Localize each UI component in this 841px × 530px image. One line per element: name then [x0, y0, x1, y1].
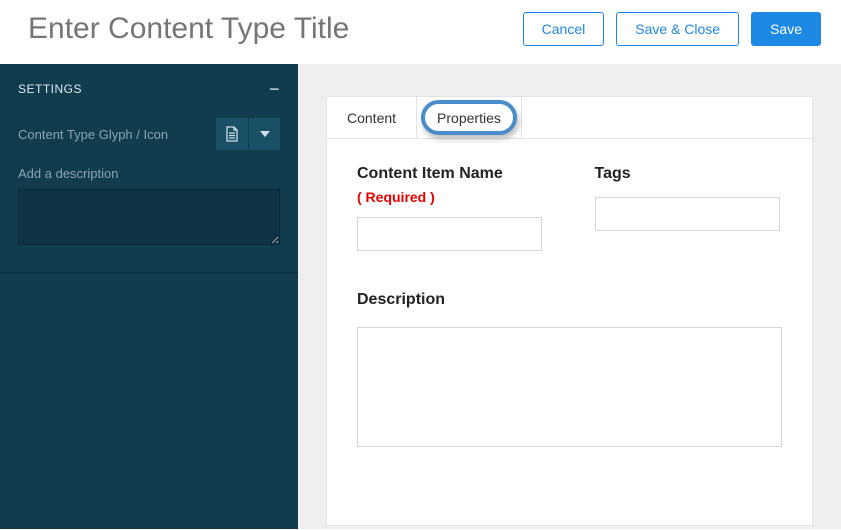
sidebar-description-textarea[interactable] — [18, 189, 280, 245]
tags-field: Tags — [595, 165, 783, 251]
tab-content-label: Content — [347, 110, 396, 126]
sidebar-header: SETTINGS − — [0, 64, 298, 108]
glyph-picker — [216, 118, 280, 150]
content-panel: Content Properties Content Item Name ( R… — [326, 96, 813, 526]
collapse-icon[interactable]: − — [269, 84, 280, 94]
description-textarea[interactable] — [357, 327, 782, 447]
content-type-title-input[interactable] — [28, 12, 478, 46]
main-area: Content Properties Content Item Name ( R… — [298, 64, 841, 529]
required-label: ( Required ) — [357, 189, 545, 205]
description-label: Description — [357, 291, 782, 309]
content-item-name-input[interactable] — [357, 217, 542, 251]
tags-label: Tags — [595, 165, 783, 183]
save-button[interactable]: Save — [751, 12, 821, 46]
tabs: Content Properties — [327, 97, 812, 139]
settings-label: SETTINGS — [18, 82, 82, 96]
header-buttons: Cancel Save & Close Save — [523, 12, 821, 46]
panel-body: Content Item Name ( Required ) Tags Desc… — [327, 139, 812, 478]
chevron-down-icon — [260, 131, 270, 137]
save-close-button[interactable]: Save & Close — [616, 12, 739, 46]
cancel-button[interactable]: Cancel — [523, 12, 605, 46]
content-item-name-label: Content Item Name — [357, 165, 545, 183]
header-bar: Cancel Save & Close Save — [0, 0, 841, 64]
description-field: Description — [357, 291, 782, 452]
glyph-label: Content Type Glyph / Icon — [18, 127, 168, 142]
tags-input[interactable] — [595, 197, 780, 231]
document-icon — [225, 126, 239, 142]
glyph-dropdown-button[interactable] — [248, 118, 280, 150]
tab-content[interactable]: Content — [327, 97, 417, 138]
glyph-row: Content Type Glyph / Icon — [18, 118, 280, 150]
sidebar-section: Content Type Glyph / Icon Add a descript… — [0, 108, 298, 273]
form-row-1: Content Item Name ( Required ) Tags — [357, 165, 782, 251]
tab-properties[interactable]: Properties — [417, 97, 522, 138]
content-item-name-field: Content Item Name ( Required ) — [357, 165, 545, 251]
settings-sidebar: SETTINGS − Content Type Glyph / Icon — [0, 64, 298, 529]
glyph-icon-button[interactable] — [216, 118, 248, 150]
sidebar-description-label: Add a description — [18, 166, 280, 181]
tab-properties-label: Properties — [437, 110, 501, 126]
body-container: SETTINGS − Content Type Glyph / Icon — [0, 64, 841, 529]
